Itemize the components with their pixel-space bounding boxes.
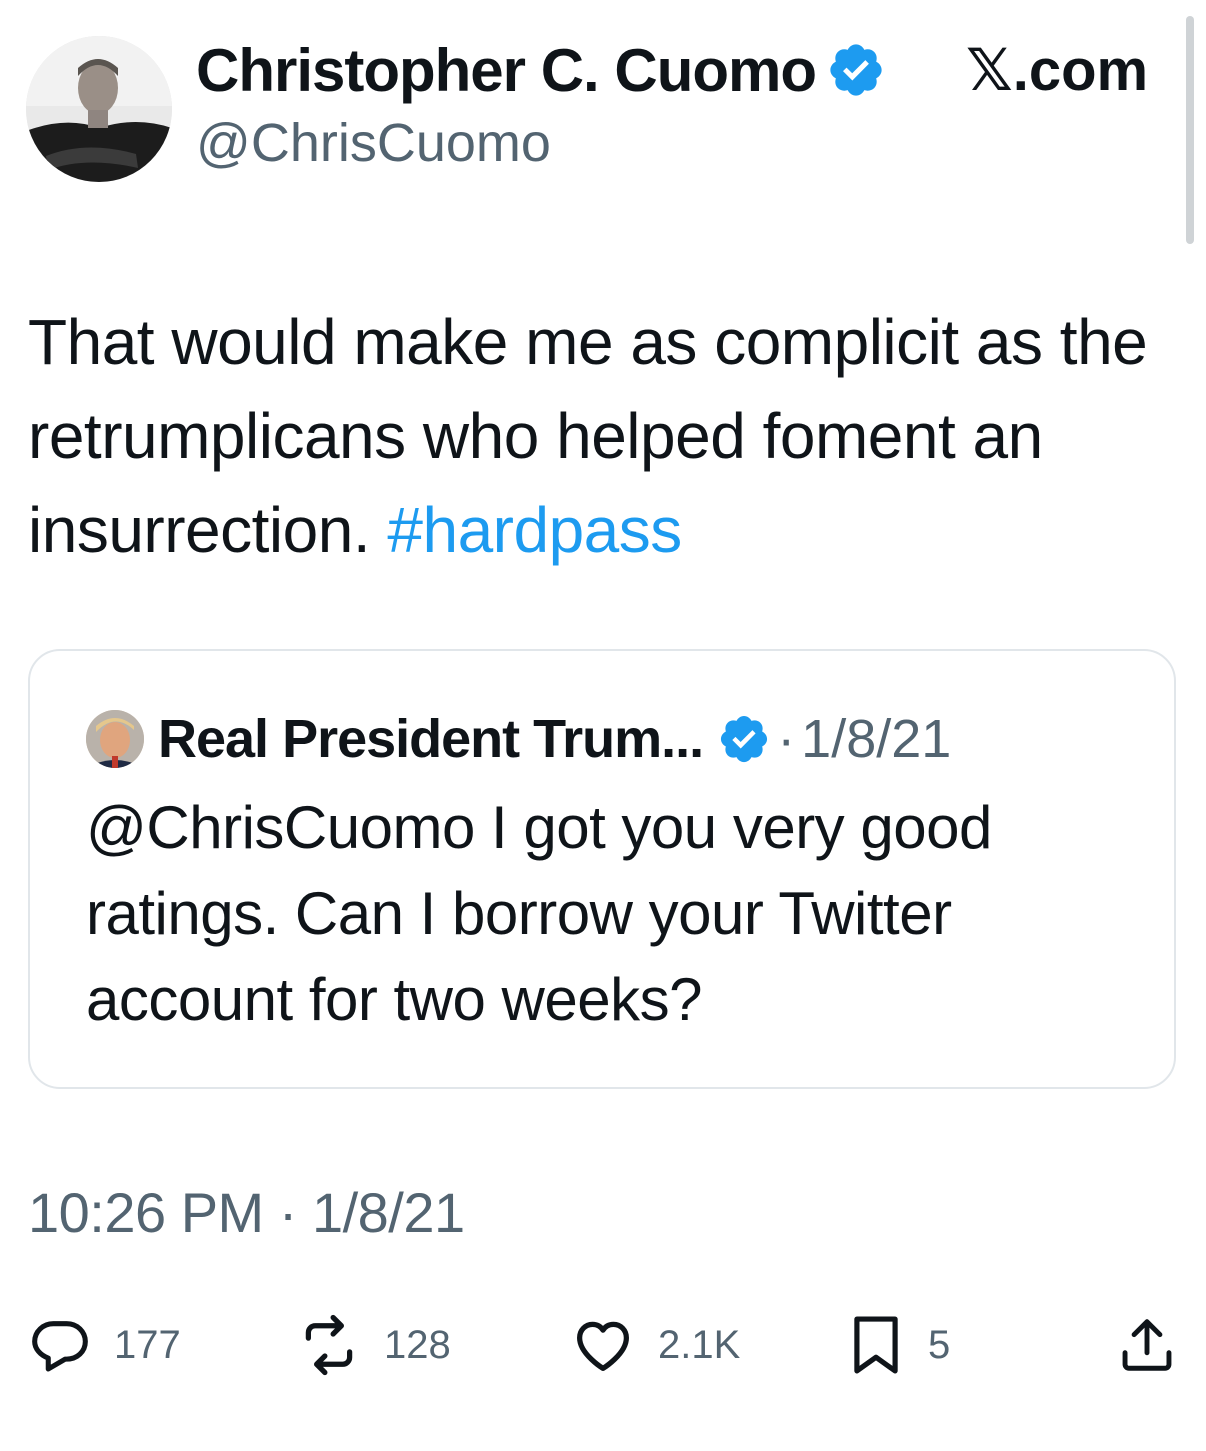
tweet-action-bar: 177 128 2.1K 5 [0,1300,1206,1390]
bookmark-icon [854,1316,898,1374]
heart-icon [577,1321,629,1371]
quoted-author-name[interactable]: Real President Trum... [158,708,704,770]
hashtag-link[interactable]: #hardpass [387,494,682,566]
reply-icon [32,1321,88,1372]
repost-count: 128 [384,1322,451,1367]
author-avatar[interactable] [26,36,172,182]
repost-icon [305,1314,353,1376]
reply-button[interactable]: 177 [28,1300,181,1390]
like-button[interactable]: 2.1K [570,1300,740,1390]
verified-badge-icon [830,44,882,96]
repost-button[interactable]: 128 [296,1300,451,1390]
tweet-text: That would make me as complicit as the r… [28,295,1188,577]
quoted-author-avatar[interactable] [86,710,144,768]
quoted-tweet-header: Real President Trum... · 1/8/21 [86,709,951,769]
share-button[interactable] [1116,1300,1178,1390]
quoted-tweet-text: @ChrisCuomo I got you very good ratings.… [86,794,992,1033]
bookmark-count: 5 [928,1322,951,1367]
author-display-name[interactable]: Christopher C. Cuomo [196,36,817,105]
x-brand-label: 𝕏.com [966,38,1149,103]
bookmark-button[interactable]: 5 [846,1300,950,1390]
share-icon [1122,1319,1172,1371]
author-avatar-image [26,36,172,182]
author-handle[interactable]: @ChrisCuomo [196,112,551,174]
author-name-row: Christopher C. Cuomo [196,30,886,110]
reply-count: 177 [114,1322,181,1367]
quoted-verified-badge-icon [721,715,768,763]
quoted-author-avatar-image [86,710,144,768]
scrollbar[interactable] [1186,16,1194,244]
quoted-date[interactable]: 1/8/21 [801,708,951,770]
tweet-timestamp[interactable]: 10:26 PM · 1/8/21 [28,1180,465,1245]
like-count: 2.1K [658,1322,741,1367]
quoted-tweet-card[interactable]: Real President Trum... · 1/8/21 @ChrisCu… [28,649,1176,1089]
quoted-separator: · [777,709,796,769]
